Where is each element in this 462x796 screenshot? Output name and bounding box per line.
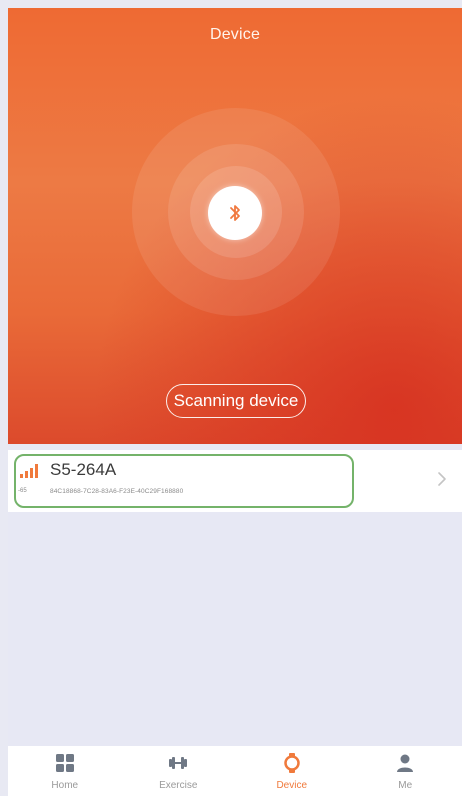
watch-icon: [284, 753, 300, 773]
tab-me-label: Me: [398, 780, 413, 791]
tab-me[interactable]: Me: [349, 746, 462, 796]
home-grid-icon: [55, 754, 74, 772]
device-screen: Device Scanning device -65 S5-264A 84C18…: [0, 0, 462, 796]
tab-home-label: Home: [51, 780, 79, 791]
tab-exercise-label: Exercise: [159, 780, 198, 791]
scanner-panel: Device Scanning device: [8, 8, 462, 444]
signal-strength-icon: [20, 464, 38, 478]
device-list: -65 S5-264A 84C18868-7C28-83A6-F23E-40C2…: [8, 444, 462, 746]
device-list-item[interactable]: -65 S5-264A 84C18868-7C28-83A6-F23E-40C2…: [8, 450, 462, 512]
tab-device-label: Device: [276, 780, 308, 791]
chevron-right-icon: [438, 472, 446, 486]
tab-device[interactable]: Device: [235, 746, 349, 796]
bluetooth-scan-button[interactable]: [208, 186, 262, 240]
bluetooth-icon: [230, 205, 240, 221]
bottom-tab-bar: Home Exercise Device Me: [8, 746, 462, 796]
page-title: Device: [209, 26, 261, 43]
dumbbell-icon: [169, 757, 188, 769]
person-icon: [397, 754, 414, 772]
device-name: S5-264A: [50, 460, 117, 479]
scanning-status-button[interactable]: Scanning device: [166, 384, 306, 418]
device-identifier: 84C18868-7C28-83A6-F23E-40C29F168880: [50, 488, 184, 495]
device-rssi: -65: [18, 488, 27, 494]
tab-exercise[interactable]: Exercise: [122, 746, 236, 796]
tab-home[interactable]: Home: [8, 746, 122, 796]
